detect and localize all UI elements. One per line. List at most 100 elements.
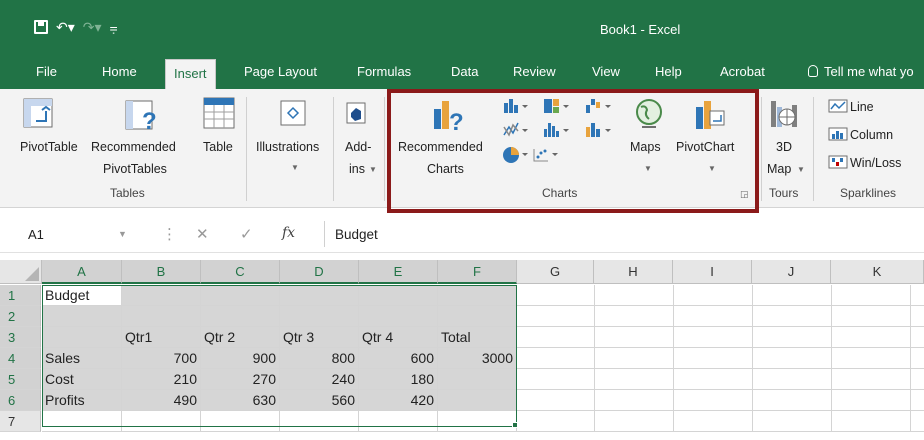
- cell-a5[interactable]: Cost: [42, 369, 122, 390]
- cell-a7[interactable]: [42, 411, 122, 432]
- undo-icon[interactable]: ↶▾: [56, 20, 75, 34]
- save-icon[interactable]: [34, 20, 48, 34]
- tab-home[interactable]: Home: [102, 58, 137, 89]
- insert-function-icon[interactable]: fx: [282, 225, 295, 241]
- cell-a2[interactable]: [42, 306, 122, 327]
- cell-a3[interactable]: [42, 327, 122, 348]
- cell-b6[interactable]: 490: [122, 390, 201, 411]
- column-header-a[interactable]: A: [42, 260, 122, 284]
- cell-a4[interactable]: Sales: [42, 348, 122, 369]
- table-button[interactable]: Table: [203, 140, 233, 154]
- tab-insert[interactable]: Insert: [165, 59, 216, 89]
- addins-label-2[interactable]: ins: [349, 162, 365, 176]
- name-box[interactable]: A1: [28, 227, 44, 242]
- cell-f2[interactable]: [438, 306, 517, 327]
- cell-d6[interactable]: 560: [280, 390, 359, 411]
- separator: [384, 97, 385, 201]
- cell-f5[interactable]: [438, 369, 517, 390]
- winloss-sparkline-button[interactable]: Win/Loss: [850, 156, 901, 170]
- tab-view[interactable]: View: [592, 58, 620, 89]
- column-header-k[interactable]: K: [831, 260, 924, 284]
- addins-label-1[interactable]: Add-: [345, 140, 371, 154]
- customize-toolbar-icon[interactable]: ⩦: [110, 20, 118, 34]
- row-header[interactable]: 4: [0, 348, 41, 369]
- tell-me-box[interactable]: Tell me what yo: [808, 58, 914, 89]
- illustrations-button[interactable]: Illustrations: [256, 140, 319, 154]
- tab-acrobat[interactable]: Acrobat: [720, 58, 765, 89]
- cell-f3[interactable]: Total: [438, 327, 517, 348]
- redo-icon[interactable]: ↷▾: [83, 20, 102, 34]
- cell-e2[interactable]: [359, 306, 438, 327]
- cell-b2[interactable]: [122, 306, 201, 327]
- fill-handle[interactable]: [512, 422, 518, 428]
- cell-d1[interactable]: [280, 285, 359, 306]
- column-header-i[interactable]: I: [673, 260, 752, 284]
- row-header[interactable]: 5: [0, 369, 41, 390]
- tab-page-layout[interactable]: Page Layout: [244, 58, 317, 89]
- cell-e1[interactable]: [359, 285, 438, 306]
- cell-d7[interactable]: [280, 411, 359, 432]
- tab-formulas[interactable]: Formulas: [357, 58, 411, 89]
- cell-c1[interactable]: [201, 285, 280, 306]
- column-header-e[interactable]: E: [359, 260, 438, 284]
- cell-e7[interactable]: [359, 411, 438, 432]
- empty-cells-area[interactable]: [517, 285, 924, 432]
- cell-b7[interactable]: [122, 411, 201, 432]
- cell-f6[interactable]: [438, 390, 517, 411]
- row-header[interactable]: 3: [0, 327, 41, 348]
- cell-e5[interactable]: 180: [359, 369, 438, 390]
- select-all-corner[interactable]: [0, 260, 42, 284]
- 3d-map-label-1[interactable]: 3D: [776, 140, 792, 154]
- tab-help[interactable]: Help: [655, 58, 682, 89]
- row-header[interactable]: 7: [0, 411, 41, 432]
- column-header-d[interactable]: D: [280, 260, 359, 284]
- cell-c3[interactable]: Qtr 2: [201, 327, 280, 348]
- cell-f7[interactable]: [438, 411, 517, 432]
- column-header-j[interactable]: J: [752, 260, 831, 284]
- cell-c6[interactable]: 630: [201, 390, 280, 411]
- column-header-b[interactable]: B: [122, 260, 201, 284]
- column-sparkline-button[interactable]: Column: [850, 128, 893, 142]
- cell-e6[interactable]: 420: [359, 390, 438, 411]
- pivottable-button[interactable]: PivotTable: [20, 140, 78, 154]
- cell-d3[interactable]: Qtr 3: [280, 327, 359, 348]
- cell-d4[interactable]: 800: [280, 348, 359, 369]
- cell-b5[interactable]: 210: [122, 369, 201, 390]
- column-header-g[interactable]: G: [517, 260, 594, 284]
- cell-a1[interactable]: Budget: [42, 285, 122, 306]
- recommended-pivottables-label-2[interactable]: PivotTables: [103, 162, 167, 176]
- cell-b3[interactable]: Qtr1: [122, 327, 201, 348]
- cell-c5[interactable]: 270: [201, 369, 280, 390]
- tab-file[interactable]: File: [36, 58, 57, 89]
- cell-d2[interactable]: [280, 306, 359, 327]
- tab-data[interactable]: Data: [451, 58, 478, 89]
- row-header[interactable]: 1: [0, 285, 41, 306]
- column-header-h[interactable]: H: [594, 260, 673, 284]
- cell-b4[interactable]: 700: [122, 348, 201, 369]
- enter-icon[interactable]: ✓: [240, 225, 253, 243]
- window-title: Book1 - Excel: [600, 22, 681, 37]
- cell-e4[interactable]: 600: [359, 348, 438, 369]
- svg-text:?: ?: [142, 108, 157, 133]
- row-header[interactable]: 6: [0, 390, 41, 411]
- cell-a6[interactable]: Profits: [42, 390, 122, 411]
- column-header-c[interactable]: C: [201, 260, 280, 284]
- column-header-f[interactable]: F: [438, 260, 517, 284]
- recommended-pivottables-label-1[interactable]: Recommended: [91, 140, 176, 154]
- line-sparkline-button[interactable]: Line: [850, 100, 874, 114]
- formula-input[interactable]: Budget: [335, 227, 378, 242]
- cell-c2[interactable]: [201, 306, 280, 327]
- cancel-icon[interactable]: ✕: [196, 225, 209, 243]
- row-header[interactable]: 2: [0, 306, 41, 327]
- name-box-dropdown-icon[interactable]: ▼: [118, 229, 127, 239]
- 3d-map-label-2[interactable]: Map: [767, 162, 791, 176]
- cell-e3[interactable]: Qtr 4: [359, 327, 438, 348]
- cell-f1[interactable]: [438, 285, 517, 306]
- cell-b1[interactable]: [122, 285, 201, 306]
- cell-f4[interactable]: 3000: [438, 348, 517, 369]
- cell-d5[interactable]: 240: [280, 369, 359, 390]
- cell-c4[interactable]: 900: [201, 348, 280, 369]
- separator: [333, 97, 334, 201]
- tab-review[interactable]: Review: [513, 58, 556, 89]
- cell-c7[interactable]: [201, 411, 280, 432]
